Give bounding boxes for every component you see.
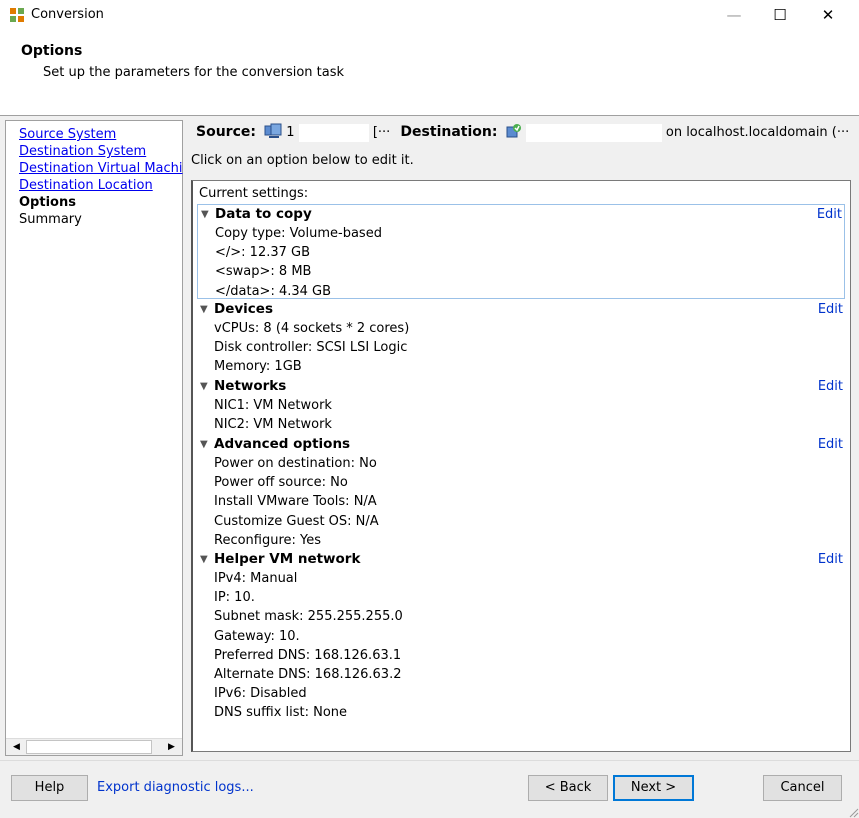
help-button[interactable]: Help	[11, 775, 88, 801]
scroll-right-icon[interactable]: ▶	[163, 739, 180, 756]
scroll-left-icon[interactable]: ◀	[8, 739, 25, 756]
wizard-nav: Source System Destination System Destina…	[5, 120, 183, 756]
source-label: Source:	[196, 124, 256, 140]
setting-line: Install VMware Tools: N/A	[214, 494, 377, 510]
scroll-thumb[interactable]	[26, 740, 152, 754]
footer-divider	[0, 760, 859, 761]
section-title: Advanced options	[214, 436, 351, 452]
export-diagnostic-logs-link[interactable]: Export diagnostic logs...	[97, 780, 254, 795]
setting-line: Power on destination: No	[214, 456, 377, 471]
setting-line: Copy type: Volume-based	[215, 226, 382, 241]
edit-data-to-copy-link[interactable]: Edit	[817, 205, 842, 224]
nav-item-source-system[interactable]: Source System	[19, 127, 183, 142]
section-data-to-copy[interactable]: ▼ Data to copy Edit Copy type: Volume-ba…	[197, 204, 845, 299]
setting-line: Power off source: No	[214, 475, 348, 491]
settings-panel: Current settings: ▼ Data to copy Edit Co…	[191, 180, 851, 752]
current-settings-label: Current settings:	[199, 186, 309, 201]
section-networks[interactable]: ▼ Networks Edit NIC1: VM Network NIC2: V…	[197, 377, 845, 434]
setting-line: Alternate DNS: 168.126.63.2	[214, 666, 402, 682]
window-title: Conversion	[31, 7, 104, 22]
nav-item-destination-system[interactable]: Destination System	[19, 144, 183, 159]
setting-line: </>: 12.37 GB	[215, 245, 311, 261]
wizard-header: Options Set up the parameters for the co…	[0, 30, 859, 116]
setting-line: vCPUs: 8 (4 sockets * 2 cores)	[214, 321, 410, 336]
collapse-arrow-icon[interactable]: ▼	[200, 435, 208, 454]
section-title: Data to copy	[215, 206, 312, 222]
source-destination-bar: Source: 1 [··· Destination: on localhost…	[196, 123, 851, 143]
collapse-arrow-icon[interactable]: ▼	[200, 300, 208, 319]
section-title: Devices	[214, 301, 273, 317]
title-bar: Conversion — ☐ ✕	[0, 0, 859, 30]
setting-line: Memory: 1GB	[214, 359, 302, 375]
back-button[interactable]: < Back	[528, 775, 608, 801]
nav-item-destination-vm[interactable]: Destination Virtual Machi	[19, 161, 183, 176]
cancel-button[interactable]: Cancel	[763, 775, 842, 801]
converter-app-icon	[10, 8, 24, 22]
setting-line: </data>: 4.34 GB	[215, 283, 332, 299]
setting-line: NIC1: VM Network	[214, 398, 332, 413]
edit-hint: Click on an option below to edit it.	[191, 153, 414, 168]
setting-line: Gateway: 10.	[214, 628, 300, 644]
page-subtitle: Set up the parameters for the conversion…	[43, 65, 345, 80]
setting-line: Customize Guest OS: N/A	[214, 513, 379, 529]
edit-networks-link[interactable]: Edit	[818, 377, 843, 396]
edit-devices-link[interactable]: Edit	[818, 300, 843, 319]
nav-item-destination-location[interactable]: Destination Location	[19, 178, 183, 193]
source-value: 1	[286, 125, 295, 140]
nav-item-options[interactable]: Options	[19, 195, 183, 210]
section-title: Networks	[214, 378, 287, 394]
edit-helper-vm-network-link[interactable]: Edit	[818, 550, 843, 569]
setting-line: <swap>: 8 MB	[215, 264, 312, 280]
destination-redacted	[525, 123, 662, 142]
destination-suffix: on localhost.localdomain (···	[665, 125, 850, 140]
collapse-arrow-icon[interactable]: ▼	[201, 205, 209, 224]
setting-line: Reconfigure: Yes	[214, 532, 322, 548]
setting-line: Disk controller: SCSI LSI Logic	[214, 340, 408, 356]
next-button[interactable]: Next >	[613, 775, 694, 801]
collapse-arrow-icon[interactable]: ▼	[200, 550, 208, 569]
nav-horizontal-scrollbar[interactable]: ◀ ▶	[6, 738, 182, 755]
setting-line: IPv4: Manual	[214, 571, 298, 586]
nav-item-summary: Summary	[19, 212, 82, 227]
computer-icon	[264, 123, 282, 138]
source-redacted	[298, 123, 369, 142]
collapse-arrow-icon[interactable]: ▼	[200, 377, 208, 396]
close-button[interactable]: ✕	[805, 0, 851, 30]
edit-advanced-options-link[interactable]: Edit	[818, 435, 843, 454]
setting-line: NIC2: VM Network	[214, 417, 332, 433]
setting-line: IP: 10.	[214, 590, 255, 606]
section-devices[interactable]: ▼ Devices Edit vCPUs: 8 (4 sockets * 2 c…	[197, 300, 845, 377]
destination-label: Destination:	[400, 124, 498, 140]
setting-line: Preferred DNS: 168.126.63.1	[214, 647, 402, 663]
maximize-button[interactable]: ☐	[757, 0, 803, 30]
section-helper-vm-network[interactable]: ▼ Helper VM network Edit IPv4: Manual IP…	[197, 550, 845, 723]
source-suffix: [···	[372, 125, 391, 140]
minimize-button[interactable]: —	[711, 0, 757, 30]
vm-destination-icon	[506, 124, 521, 138]
setting-line: Subnet mask: 255.255.255.0	[214, 609, 403, 625]
section-advanced-options[interactable]: ▼ Advanced options Edit Power on destina…	[197, 435, 845, 550]
setting-line: IPv6: Disabled	[214, 686, 307, 702]
section-title: Helper VM network	[214, 551, 361, 567]
page-title: Options	[21, 43, 83, 59]
setting-line: DNS suffix list: None	[214, 705, 348, 721]
resize-grip-icon[interactable]	[847, 806, 859, 818]
